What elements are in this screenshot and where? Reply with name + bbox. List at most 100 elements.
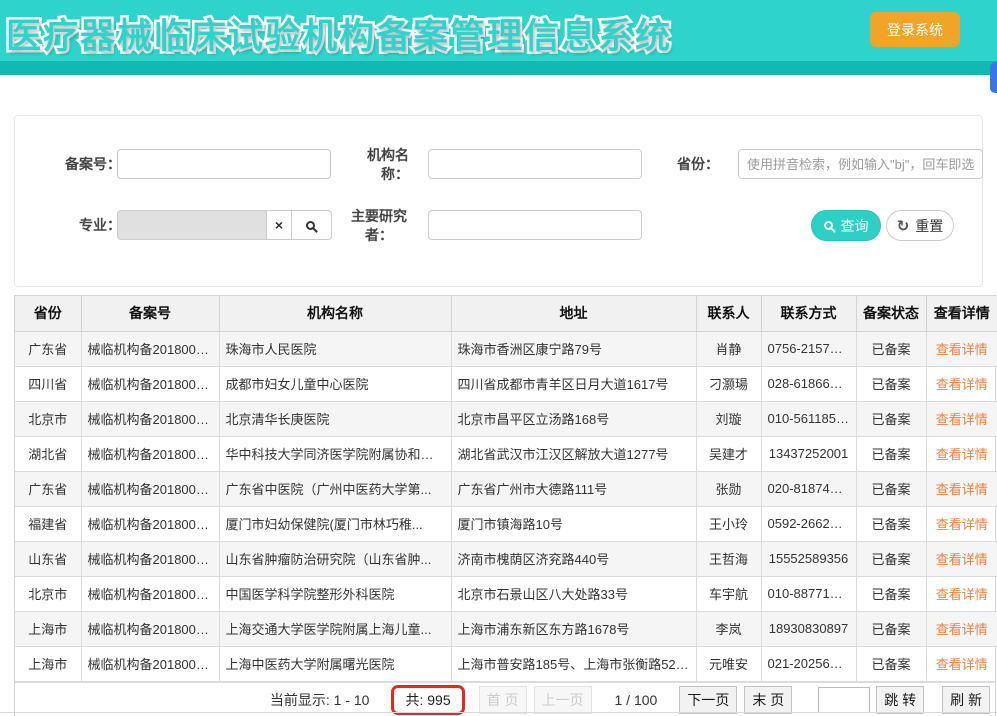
cell-filing-no: 械临机构备201800007: [81, 541, 219, 576]
cell-province: 湖北省: [15, 436, 81, 471]
column-header: 地址: [451, 296, 696, 331]
first-page-button[interactable]: 首 页: [479, 686, 527, 714]
search-icon: [306, 221, 315, 230]
view-detail-link[interactable]: 查看详情: [936, 482, 988, 497]
cell-org-name: 华中科技大学同济医学院附属协和医院: [219, 436, 451, 471]
cell-filing-no: 械临机构备201800010: [81, 646, 219, 681]
view-detail-link[interactable]: 查看详情: [936, 447, 988, 462]
cell-status: 已备案: [856, 331, 926, 366]
cell-province: 北京市: [15, 401, 81, 436]
specialty-input[interactable]: [117, 210, 267, 240]
cell-address: 上海市浦东新区东方路1678号: [451, 611, 696, 646]
view-detail-link[interactable]: 查看详情: [936, 377, 988, 392]
cell-org-name: 珠海市人民医院: [219, 331, 451, 366]
province-label: 省份：: [655, 155, 719, 174]
cell-detail: 查看详情: [926, 541, 997, 576]
cell-status: 已备案: [856, 576, 926, 611]
table-row: 福建省械临机构备201800006厦门市妇幼保健院(厦门市林巧稚...厦门市镇海…: [15, 506, 997, 541]
clear-icon[interactable]: ×: [266, 210, 292, 240]
cell-address: 厦门市镇海路10号: [451, 506, 696, 541]
cell-filing-no: 械临机构备201800005: [81, 471, 219, 506]
cell-filing-no: 械临机构备201800004: [81, 436, 219, 471]
table-row: 山东省械临机构备201800007山东省肿瘤防治研究院（山东省肿...济南市槐荫…: [15, 541, 997, 576]
cell-province: 北京市: [15, 576, 81, 611]
current-display-text: 当前显示: 1 - 10: [270, 690, 370, 710]
org-name-input[interactable]: [428, 149, 642, 179]
cell-detail: 查看详情: [926, 331, 997, 366]
view-detail-link[interactable]: 查看详情: [936, 342, 988, 357]
view-detail-link[interactable]: 查看详情: [936, 412, 988, 427]
cell-filing-no: 械临机构备201800008: [81, 576, 219, 611]
header-band: [0, 61, 997, 75]
refresh-icon: ↻: [897, 217, 910, 235]
cell-phone: 028-61866124: [761, 366, 856, 401]
province-input[interactable]: [738, 149, 983, 179]
side-widget-tab[interactable]: [990, 62, 997, 93]
cell-province: 四川省: [15, 366, 81, 401]
search-icon: [824, 221, 833, 230]
cell-detail: 查看详情: [926, 611, 997, 646]
cell-province: 广东省: [15, 471, 81, 506]
table-row: 四川省械临机构备201800002成都市妇女儿童中心医院四川省成都市青羊区日月大…: [15, 366, 997, 401]
table-row: 广东省械临机构备201800005广东省中医院（广州中医药大学第...广东省广州…: [15, 471, 997, 506]
view-detail-link[interactable]: 查看详情: [936, 517, 988, 532]
pi-label: 主要研究者：: [349, 207, 409, 245]
next-page-button[interactable]: 下一页: [679, 686, 737, 714]
cell-province: 山东省: [15, 541, 81, 576]
cell-org-name: 上海中医药大学附属曙光医院: [219, 646, 451, 681]
query-button[interactable]: 查询: [811, 210, 881, 241]
cell-detail: 查看详情: [926, 401, 997, 436]
cell-address: 北京市石景山区八大处路33号: [451, 576, 696, 611]
pi-input[interactable]: [428, 210, 642, 240]
jump-page-input[interactable]: [818, 687, 870, 713]
specialty-label: 专业：: [33, 216, 121, 235]
refresh-button[interactable]: 刷 新: [942, 686, 990, 714]
cell-status: 已备案: [856, 541, 926, 576]
specialty-search-button[interactable]: [291, 210, 332, 240]
cell-phone: 15552589356: [761, 541, 856, 576]
login-button[interactable]: 登录系统: [870, 12, 960, 47]
cell-detail: 查看详情: [926, 576, 997, 611]
cell-status: 已备案: [856, 646, 926, 681]
table-body: 广东省械临机构备201800001珠海市人民医院珠海市香洲区康宁路79号肖静07…: [15, 331, 997, 681]
column-header: 备案状态: [856, 296, 926, 331]
cell-contact: 肖静: [696, 331, 761, 366]
cell-detail: 查看详情: [926, 366, 997, 401]
filing-no-input[interactable]: [117, 149, 331, 179]
cell-detail: 查看详情: [926, 471, 997, 506]
cell-phone: 0756-2157515: [761, 331, 856, 366]
page-title: 医疗器械临床试验机构备案管理信息系统: [6, 8, 672, 59]
cell-contact: 李岚: [696, 611, 761, 646]
cell-phone: 010-88771767: [761, 576, 856, 611]
view-detail-link[interactable]: 查看详情: [936, 552, 988, 567]
cell-org-name: 山东省肿瘤防治研究院（山东省肿...: [219, 541, 451, 576]
cell-org-name: 北京清华长庚医院: [219, 401, 451, 436]
column-header: 联系方式: [761, 296, 856, 331]
cell-phone: 0592-2662919: [761, 506, 856, 541]
cell-org-name: 成都市妇女儿童中心医院: [219, 366, 451, 401]
cell-status: 已备案: [856, 611, 926, 646]
view-detail-link[interactable]: 查看详情: [936, 657, 988, 672]
cell-address: 上海市普安路185号、上海市张衡路528号: [451, 646, 696, 681]
cell-filing-no: 械临机构备201800006: [81, 506, 219, 541]
cell-status: 已备案: [856, 401, 926, 436]
page-indicator: 1 / 100: [615, 692, 658, 708]
view-detail-link[interactable]: 查看详情: [936, 622, 988, 637]
cell-contact: 吴建才: [696, 436, 761, 471]
cell-status: 已备案: [856, 471, 926, 506]
cell-filing-no: 械临机构备201800001: [81, 331, 219, 366]
cell-org-name: 广东省中医院（广州中医药大学第...: [219, 471, 451, 506]
last-page-button[interactable]: 末 页: [744, 686, 792, 714]
cell-detail: 查看详情: [926, 436, 997, 471]
cell-filing-no: 械临机构备201800002: [81, 366, 219, 401]
reset-button[interactable]: ↻重置: [886, 210, 954, 241]
cell-province: 福建省: [15, 506, 81, 541]
filing-no-label: 备案号：: [33, 155, 121, 174]
prev-page-button[interactable]: 上一页: [534, 686, 592, 714]
table-row: 湖北省械临机构备201800004华中科技大学同济医学院附属协和医院湖北省武汉市…: [15, 436, 997, 471]
cell-address: 广东省广州市大德路111号: [451, 471, 696, 506]
jump-button[interactable]: 跳 转: [876, 686, 924, 714]
view-detail-link[interactable]: 查看详情: [936, 587, 988, 602]
table-row: 上海市械临机构备201800010上海中医药大学附属曙光医院上海市普安路185号…: [15, 646, 997, 681]
cell-province: 上海市: [15, 611, 81, 646]
